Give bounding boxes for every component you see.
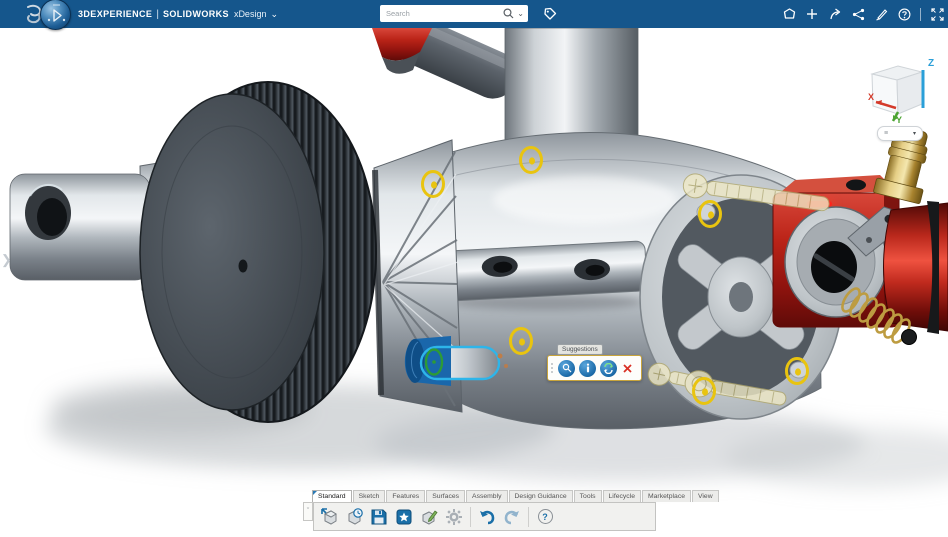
compass-badge-icon[interactable]	[40, 0, 71, 30]
redo-button[interactable]	[501, 505, 523, 528]
suggestion-close-button[interactable]	[621, 362, 634, 375]
app-brand[interactable]: 3DEXPERIENCE | SOLIDWORKS xDesign ⌄	[78, 0, 278, 28]
toolbar-divider	[470, 506, 471, 527]
help-button[interactable]: ?	[534, 505, 556, 528]
annotate-pen-icon[interactable]	[874, 7, 888, 21]
undo-button[interactable]	[476, 505, 498, 528]
share-nodes-icon[interactable]	[851, 7, 865, 21]
share-forward-icon[interactable]	[828, 7, 842, 21]
drive-washer[interactable]	[139, 81, 377, 423]
suggestions-toolbar	[547, 355, 642, 381]
brand-product: SOLIDWORKS	[162, 9, 229, 19]
brand-app: xDesign	[233, 9, 267, 19]
assistant-icon[interactable]	[782, 7, 796, 21]
search-caret-icon[interactable]: ⌄	[517, 10, 524, 18]
axis-y-label: Y	[896, 115, 902, 124]
mounting-lug[interactable]	[446, 240, 648, 302]
tab-lifecycle[interactable]: Lifecycle	[602, 490, 641, 502]
add-icon[interactable]	[805, 7, 819, 21]
brand-platform: 3DEXPERIENCE	[78, 9, 153, 19]
settings-button[interactable]	[443, 505, 465, 528]
tab-view[interactable]: View	[692, 490, 719, 502]
expand-panel-chevron-icon[interactable]: ❯	[1, 252, 12, 268]
drag-handle[interactable]	[551, 363, 553, 373]
search-input[interactable]	[384, 8, 504, 19]
view-cube[interactable]: Z X Y	[860, 52, 944, 124]
action-bar: Standard Sketch Features Surfaces Assemb…	[303, 489, 719, 531]
tag-icon[interactable]	[541, 5, 559, 22]
tab-sketch[interactable]: Sketch	[352, 490, 386, 502]
save-button[interactable]	[368, 505, 390, 528]
tab-standard[interactable]: Standard	[312, 490, 352, 502]
help-glyph: ?	[537, 509, 553, 524]
tab-marketplace[interactable]: Marketplace	[641, 490, 692, 502]
tab-tools[interactable]: Tools	[573, 490, 602, 502]
suggestion-info-button[interactable]	[579, 359, 596, 377]
help-icon[interactable]	[897, 7, 911, 21]
brand-separator: |	[156, 8, 159, 20]
search-icon[interactable]	[503, 8, 514, 19]
action-bar-buttons: ?	[313, 502, 656, 531]
view-options-dropdown[interactable]: ≡ ▾	[877, 126, 923, 141]
fullscreen-icon[interactable]	[930, 7, 944, 21]
app-menu-caret-icon[interactable]: ⌄	[270, 10, 278, 19]
view-dropdown-caret-icon: ▾	[912, 130, 916, 137]
xdesign-app: 3DEXPERIENCE | SOLIDWORKS xDesign ⌄ ⌄	[0, 0, 948, 537]
top-bar: 3DEXPERIENCE | SOLIDWORKS xDesign ⌄ ⌄	[0, 0, 948, 30]
tab-features[interactable]: Features	[386, 490, 426, 502]
new-part-button[interactable]	[393, 505, 415, 528]
model-viewport[interactable]	[0, 0, 948, 537]
toolbar-divider	[528, 506, 529, 527]
action-bar-tabs: Standard Sketch Features Surfaces Assemb…	[312, 489, 719, 502]
search-box[interactable]: ⌄	[380, 5, 528, 22]
collapse-toolbar-button[interactable]: ˇ	[303, 502, 313, 521]
insert-part-button[interactable]	[318, 505, 340, 528]
axis-x-label: X	[868, 92, 874, 102]
axis-z-label: Z	[928, 58, 934, 69]
suggestion-preview-button[interactable]	[558, 359, 575, 377]
edit-part-button[interactable]	[418, 505, 440, 528]
suggestion-replace-button[interactable]	[600, 359, 617, 377]
tab-assembly[interactable]: Assembly	[466, 490, 508, 502]
view-list-icon: ≡	[884, 130, 889, 137]
tab-surfaces[interactable]: Surfaces	[426, 490, 466, 502]
part-history-button[interactable]	[343, 505, 365, 528]
suggestions-tooltip: Suggestions	[557, 344, 603, 355]
topbar-actions	[782, 0, 944, 28]
topbar-divider	[920, 7, 921, 21]
tab-design-guidance[interactable]: Design Guidance	[508, 490, 573, 502]
